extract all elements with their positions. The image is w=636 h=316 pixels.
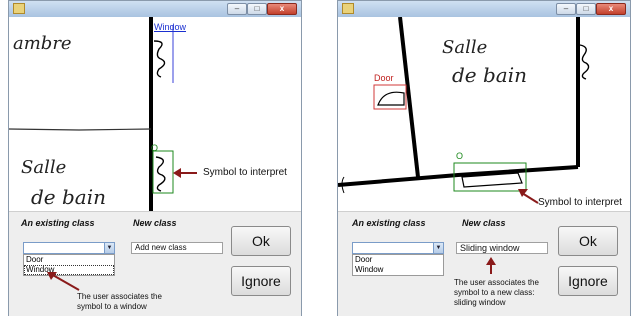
minimize-button[interactable]: – <box>556 3 576 15</box>
handwritten-room-line2: de bain <box>31 185 106 209</box>
symbol-marker: O <box>151 143 159 153</box>
symbol-to-interpret-stroke <box>155 156 166 192</box>
dropdown-option-door[interactable]: Door <box>24 255 114 265</box>
app-icon <box>342 3 354 14</box>
symbol-marker: O <box>456 151 464 161</box>
close-button[interactable]: x <box>267 3 297 15</box>
handwritten-room-line1: Salle <box>21 157 67 178</box>
app-icon <box>13 3 25 14</box>
ignore-button[interactable]: Ignore <box>231 266 291 296</box>
right-app-window: – □ x Door O Salle de bain Symbol to int… <box>337 0 631 316</box>
existing-class-combo[interactable]: ▼ <box>23 242 115 254</box>
window-symbol-top <box>153 40 166 78</box>
existing-class-label: An existing class <box>352 218 426 228</box>
existing-class-label: An existing class <box>21 218 95 228</box>
class-dropdown-list: Door Window <box>352 254 444 276</box>
window-symbol-right <box>579 44 590 80</box>
bottom-wall <box>338 165 579 187</box>
window-detection-label: Window <box>154 22 187 32</box>
chevron-down-icon[interactable]: ▼ <box>433 243 443 253</box>
handwritten-room-top: ambre <box>13 33 72 54</box>
new-class-label: New class <box>462 218 506 228</box>
maximize-button[interactable]: □ <box>576 3 596 15</box>
handwritten-room-line1: Salle <box>442 37 488 58</box>
door-symbol-stroke <box>377 91 405 106</box>
new-class-input[interactable]: Add new class <box>131 242 223 254</box>
door-detection-label: Door <box>374 73 394 83</box>
user-note: The user associates the symbol to a wind… <box>77 292 162 311</box>
note-arrow-svg <box>47 272 80 291</box>
symbol-annotation: Symbol to interpret <box>538 197 622 208</box>
handwritten-room-line2: de bain <box>452 63 527 87</box>
minimize-button[interactable]: – <box>227 3 247 15</box>
ok-button[interactable]: Ok <box>231 226 291 256</box>
left-classification-panel: An existing class New class ▼ Door Windo… <box>9 211 301 316</box>
annotation-arrowhead <box>173 168 181 178</box>
dropdown-option-door[interactable]: Door <box>353 255 443 265</box>
note-arrow <box>50 273 80 291</box>
note-arrow-svg <box>486 257 496 274</box>
annotation-arrow <box>521 192 539 204</box>
diagonal-wall <box>398 17 420 178</box>
left-drawing-canvas[interactable]: Window O ambre Salle de bain Symbol to i… <box>9 17 301 211</box>
new-class-input[interactable]: Sliding window <box>456 242 548 254</box>
right-titlebar: – □ x <box>338 1 630 17</box>
user-note-line3: sliding window <box>454 298 506 307</box>
maximize-button[interactable]: □ <box>247 3 267 15</box>
ignore-button[interactable]: Ignore <box>558 266 618 296</box>
horizontal-wall <box>9 128 152 131</box>
user-note-line1: The user associates the <box>454 278 539 287</box>
dropdown-option-window[interactable]: Window <box>353 265 443 275</box>
chevron-down-icon[interactable]: ▼ <box>104 243 114 253</box>
note-arrowhead <box>486 257 496 265</box>
new-class-label: New class <box>133 218 177 228</box>
right-drawing-canvas[interactable]: Door O Salle de bain Symbol to interpret <box>338 17 630 211</box>
ok-button[interactable]: Ok <box>558 226 618 256</box>
left-app-window: – □ x Window O ambre Salle de bain Symbo… <box>8 0 302 316</box>
user-note-line2: symbol to a new class: <box>454 288 535 297</box>
left-titlebar: – □ x <box>9 1 301 17</box>
close-button[interactable]: x <box>596 3 626 15</box>
existing-class-combo[interactable]: ▼ <box>352 242 444 254</box>
right-classification-panel: An existing class New class ▼ Door Windo… <box>338 211 630 316</box>
symbol-annotation: Symbol to interpret <box>203 167 287 178</box>
